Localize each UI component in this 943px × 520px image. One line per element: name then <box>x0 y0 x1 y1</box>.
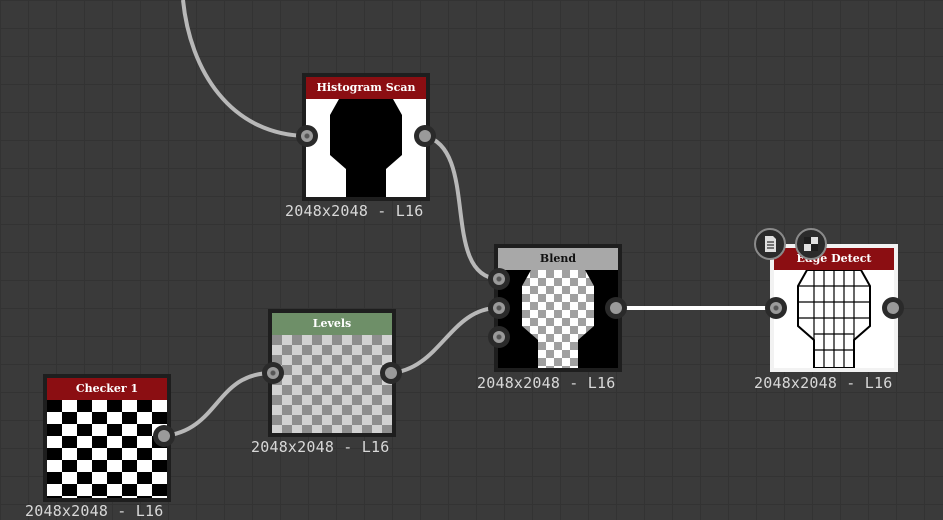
wire-input-to-histogram[interactable] <box>181 0 308 138</box>
edge-detect-input-port[interactable] <box>765 297 787 319</box>
blend-input-port-1[interactable] <box>488 268 510 290</box>
node-resolution: 2048x2048 - L16 <box>477 374 616 392</box>
node-thumbnail <box>272 335 392 433</box>
edge-detect-output-port[interactable] <box>882 297 904 319</box>
node-thumbnail <box>498 270 618 368</box>
wire-checker-to-levels[interactable] <box>163 371 273 438</box>
node-resolution: 2048x2048 - L16 <box>754 374 893 392</box>
levels-output-port[interactable] <box>380 362 402 384</box>
levels-input-port[interactable] <box>262 362 284 384</box>
node-resolution: 2048x2048 - L16 <box>285 202 424 220</box>
node-resolution: 2048x2048 - L16 <box>25 502 164 520</box>
checker-output-port[interactable] <box>153 425 175 447</box>
node-edge-detect[interactable]: Edge Detect <box>770 244 898 372</box>
blend-output-port[interactable] <box>605 297 627 319</box>
document-icon[interactable] <box>754 228 786 260</box>
checker-icon[interactable] <box>795 228 827 260</box>
node-levels[interactable]: Levels <box>268 309 396 437</box>
node-title: Checker 1 <box>47 378 167 400</box>
node-title: Histogram Scan <box>306 77 426 99</box>
node-blend[interactable]: Blend <box>494 244 622 372</box>
node-title: Blend <box>498 248 618 270</box>
node-thumbnail <box>774 270 894 368</box>
histogram-input-port[interactable] <box>296 125 318 147</box>
node-checker[interactable]: Checker 1 <box>43 374 171 502</box>
blend-input-port-2[interactable] <box>488 297 510 319</box>
wire-levels-to-blend[interactable] <box>389 306 499 375</box>
node-resolution: 2048x2048 - L16 <box>251 438 390 456</box>
wire-histogram-to-blend[interactable] <box>424 134 499 281</box>
node-thumbnail <box>47 400 167 498</box>
histogram-output-port[interactable] <box>414 125 436 147</box>
node-title: Levels <box>272 313 392 335</box>
node-title: Edge Detect <box>774 248 894 270</box>
node-thumbnail <box>306 99 426 197</box>
blend-input-port-3[interactable] <box>488 326 510 348</box>
node-histogram-scan[interactable]: Histogram Scan <box>302 73 430 201</box>
